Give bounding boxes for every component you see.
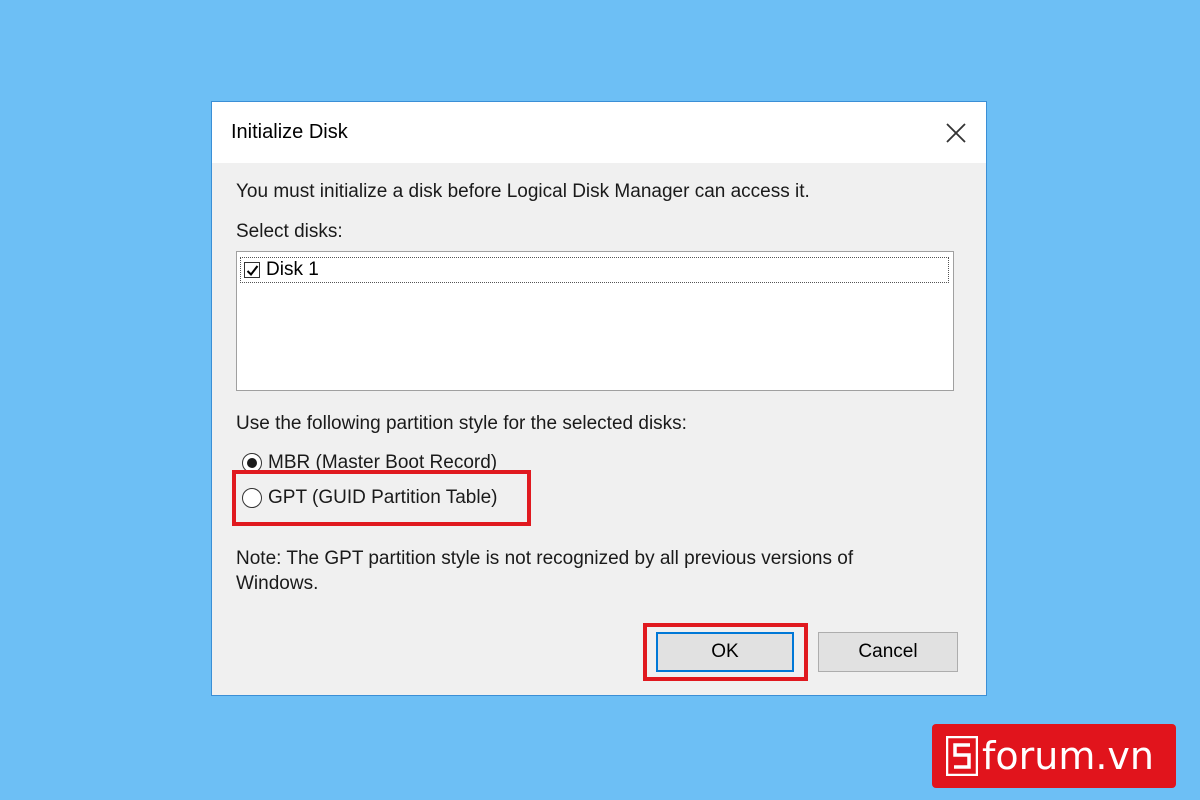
intro-text: You must initialize a disk before Logica… bbox=[236, 181, 810, 202]
watermark-text: forum.vn bbox=[982, 734, 1155, 778]
ok-highlight-box bbox=[643, 623, 808, 681]
note-line-2: Windows. bbox=[236, 573, 319, 594]
dialog-title: Initialize Disk bbox=[231, 121, 348, 143]
select-disks-label: Select disks: bbox=[236, 221, 343, 242]
close-icon bbox=[946, 123, 966, 143]
list-item-disk-1[interactable]: Disk 1 bbox=[240, 257, 949, 283]
radio-selected-dot bbox=[247, 458, 257, 468]
note-line-1: Note: The GPT partition style is not rec… bbox=[236, 548, 854, 569]
disk-label: Disk 1 bbox=[266, 259, 319, 280]
cancel-button[interactable]: Cancel bbox=[818, 632, 958, 672]
gpt-highlight-box bbox=[232, 470, 531, 526]
title-bar[interactable]: Initialize Disk bbox=[212, 102, 986, 163]
disk-listbox[interactable]: Disk 1 bbox=[236, 251, 954, 391]
sforum-s-icon bbox=[946, 736, 978, 776]
partition-style-label: Use the following partition style for th… bbox=[236, 413, 687, 434]
disk-checkbox[interactable] bbox=[244, 262, 260, 278]
sforum-logo: forum.vn bbox=[932, 724, 1176, 788]
close-button[interactable] bbox=[934, 114, 978, 152]
checkmark-icon bbox=[246, 264, 258, 276]
initialize-disk-dialog: Initialize Disk You must initialize a di… bbox=[211, 101, 987, 696]
